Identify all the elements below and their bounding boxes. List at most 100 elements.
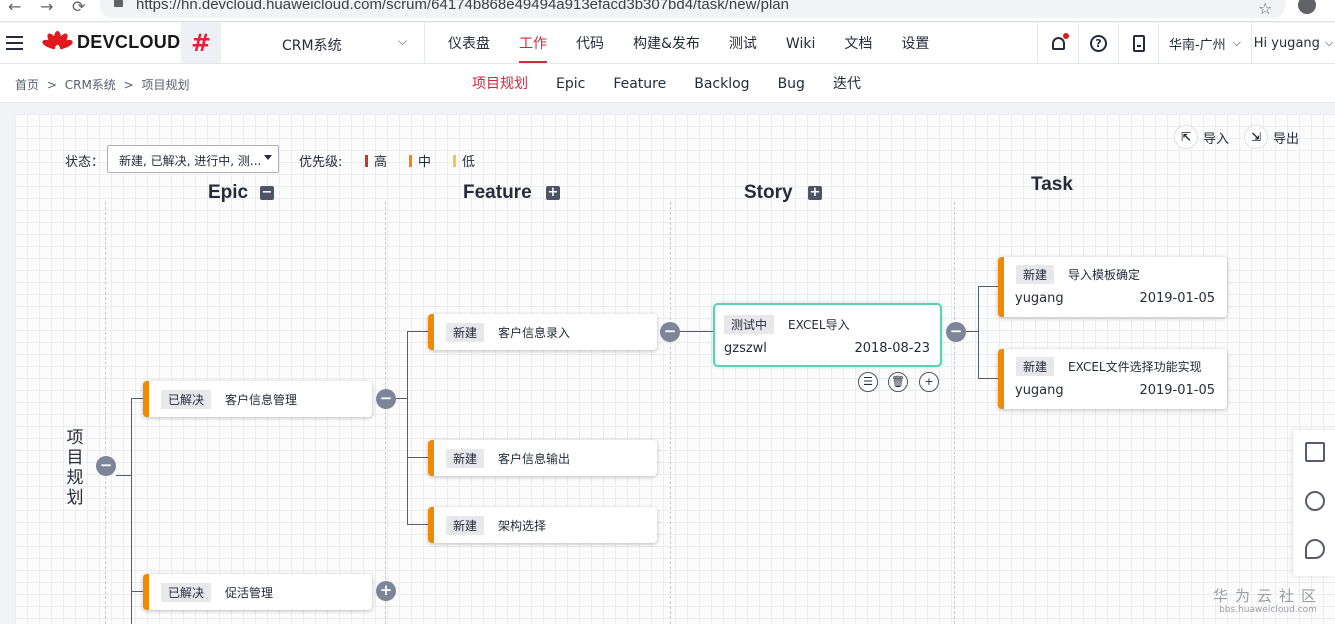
connector — [131, 591, 143, 592]
customer-service-icon[interactable] — [1305, 491, 1325, 511]
delete-icon[interactable]: 🗑 — [888, 372, 908, 392]
story-owner: gzszwl — [724, 341, 767, 356]
column-divider — [670, 202, 671, 624]
nav-docs[interactable]: 文档 — [844, 23, 872, 63]
nav-wiki[interactable]: Wiki — [786, 23, 815, 63]
bookmark-star-icon[interactable]: ☆ — [1258, 0, 1272, 18]
epic-title: 客户信息管理 — [225, 392, 298, 407]
menu-icon[interactable] — [6, 36, 23, 50]
reload-icon[interactable]: ⟳ — [72, 0, 85, 15]
status-badge: 新建 — [446, 515, 485, 535]
feature-card[interactable]: 新建 架构选择 — [428, 507, 657, 543]
priority-low[interactable]: 低 — [453, 151, 475, 170]
story-date: 2018-08-23 — [854, 341, 930, 356]
priority-high-label: 高 — [374, 155, 388, 170]
import-label: 导入 — [1203, 131, 1230, 147]
connector — [407, 331, 428, 332]
back-arrow-icon[interactable]: ← — [8, 0, 21, 15]
status-filter-label: 状态： — [65, 155, 105, 170]
epic-title: 促活管理 — [225, 585, 274, 600]
root-collapse-toggle[interactable]: − — [96, 456, 116, 476]
priority-high-marker — [365, 154, 368, 167]
project-icon[interactable]: # — [181, 23, 221, 63]
expand-feature-button[interactable]: + — [546, 186, 560, 200]
account-icon[interactable] — [1298, 0, 1316, 14]
connector — [978, 378, 998, 379]
connector — [978, 286, 998, 287]
priority-medium[interactable]: 中 — [409, 151, 431, 170]
work-tabs: 项目规划 Epic Feature Backlog Bug 迭代 — [472, 64, 889, 103]
tab-bug[interactable]: Bug — [778, 64, 805, 103]
expand-story-button[interactable]: + — [808, 186, 822, 200]
task-owner: yugang — [1015, 383, 1064, 398]
tab-iteration[interactable]: 迭代 — [833, 64, 861, 103]
epic-expand-toggle[interactable]: + — [376, 581, 396, 601]
column-divider — [954, 202, 955, 624]
user-menu[interactable]: Hi yugang ⌵ — [1251, 23, 1335, 63]
tab-project-plan[interactable]: 项目规划 — [472, 64, 528, 103]
address-bar[interactable]: https://hn.devcloud.huaweicloud.com/scru… — [100, 0, 1285, 18]
feature-title: 客户信息输出 — [498, 451, 571, 466]
nav-code[interactable]: 代码 — [576, 23, 604, 63]
breadcrumb-home[interactable]: 首页 — [15, 78, 39, 92]
tab-feature[interactable]: Feature — [613, 64, 666, 103]
task-card[interactable]: 新建 导入模板确定 yugang 2019-01-05 — [998, 257, 1227, 317]
epic-collapse-toggle[interactable]: − — [376, 389, 396, 409]
connector — [978, 286, 979, 379]
status-filter-select[interactable]: 新建, 已解决, 进行中, 测... — [107, 145, 279, 173]
add-child-icon[interactable]: + — [919, 372, 939, 392]
feature-card[interactable]: 新建 客户信息输出 — [428, 440, 657, 476]
breadcrumb: 首页 > CRM系统 > 项目规划 — [15, 76, 194, 93]
plan-canvas[interactable]: 状态： 新建, 已解决, 进行中, 测... 优先级: 高 中 低 ⇱ 导入 ⇲… — [15, 114, 1335, 624]
nav-settings[interactable]: 设置 — [901, 23, 929, 63]
export-icon: ⇲ — [1244, 125, 1268, 149]
priority-label: 优先级: — [299, 155, 343, 170]
chat-icon[interactable] — [1305, 539, 1325, 559]
app-header: DEVCLOUD # CRM系统 ⌵ 仪表盘 工作 代码 构建&发布 测试 Wi… — [0, 23, 1335, 64]
edit-feedback-icon[interactable] — [1305, 442, 1325, 462]
dropdown-arrow-icon — [264, 155, 272, 160]
project-select[interactable]: CRM系统 ⌵ — [222, 23, 425, 63]
story-collapse-toggle[interactable]: − — [946, 322, 966, 342]
help-button[interactable]: ? — [1078, 23, 1118, 63]
notifications-button[interactable] — [1037, 23, 1078, 63]
connector — [131, 398, 143, 399]
priority-high[interactable]: 高 — [365, 151, 387, 170]
project-name: CRM系统 — [282, 38, 342, 54]
import-button[interactable]: ⇱ 导入 — [1174, 125, 1229, 149]
feature-card[interactable]: 新建 客户信息录入 — [428, 314, 657, 350]
breadcrumb-project[interactable]: CRM系统 — [65, 78, 116, 92]
notification-dot — [1062, 32, 1069, 39]
region-select[interactable]: 华南-广州 ⌵ — [1158, 23, 1251, 63]
nav-build-release[interactable]: 构建&发布 — [633, 23, 700, 63]
nav-dashboard[interactable]: 仪表盘 — [448, 23, 490, 63]
chevron-down-icon: ⌵ — [398, 34, 408, 48]
help-icon: ? — [1090, 34, 1107, 52]
logo-text: DEVCLOUD — [77, 31, 181, 52]
collapse-epic-button[interactable]: − — [260, 186, 274, 200]
epic-card[interactable]: 已解决 促活管理 — [143, 574, 372, 610]
connector — [680, 331, 714, 332]
url-text[interactable]: https://hn.devcloud.huaweicloud.com/scru… — [136, 0, 789, 13]
user-greeting: Hi yugang — [1253, 35, 1320, 51]
story-title: EXCEL导入 — [788, 318, 850, 332]
column-title-feature: Feature — [463, 182, 532, 203]
bell-icon — [1051, 32, 1069, 50]
export-button[interactable]: ⇲ 导出 — [1244, 125, 1299, 149]
feature-collapse-toggle[interactable]: − — [660, 322, 680, 342]
nav-work[interactable]: 工作 — [519, 23, 547, 63]
tab-epic[interactable]: Epic — [556, 64, 585, 103]
list-icon[interactable]: ☰ — [858, 372, 878, 392]
story-card[interactable]: 测试中 EXCEL导入 gzszwl 2018-08-23 — [713, 303, 942, 367]
nav-test[interactable]: 测试 — [729, 23, 757, 63]
breadcrumb-separator: > — [46, 78, 57, 92]
forward-arrow-icon[interactable]: → — [40, 0, 53, 15]
task-card[interactable]: 新建 EXCEL文件选择功能实现 yugang 2019-01-05 — [998, 349, 1227, 409]
browser-url-bar: ← → ⟳ https://hn.devcloud.huaweicloud.co… — [0, 0, 1335, 22]
status-badge: 新建 — [446, 322, 485, 342]
devcloud-logo[interactable]: DEVCLOUD — [41, 31, 181, 53]
epic-card[interactable]: 已解决 客户信息管理 — [143, 381, 372, 417]
mobile-button[interactable] — [1118, 23, 1158, 63]
task-meta: yugang 2019-01-05 — [1015, 383, 1215, 398]
tab-backlog[interactable]: Backlog — [694, 64, 749, 103]
